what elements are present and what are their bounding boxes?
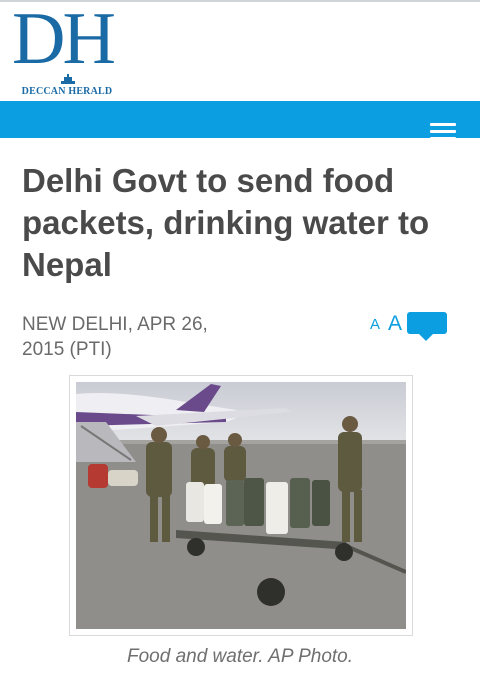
decrease-font-button[interactable]: A [370, 316, 380, 333]
article-headline: Delhi Govt to send food packets, drinkin… [22, 162, 430, 283]
site-logo[interactable]: DH DECCAN HERALD [12, 2, 122, 97]
logo-emblem-icon [61, 74, 75, 84]
nav-bar [0, 101, 480, 138]
article-photo [76, 382, 406, 629]
photo-caption: Food and water. AP Photo. [126, 646, 354, 667]
logo-tagline: DECCAN HERALD [21, 86, 113, 97]
article-dateline: NEW DELHI, APR 26, 2015 (PTI) [22, 314, 208, 360]
increase-font-button[interactable]: A [388, 312, 402, 336]
article-photo-frame [69, 375, 413, 636]
hamburger-menu-icon[interactable] [430, 123, 456, 141]
logo-monogram: DH [12, 0, 116, 80]
comment-bubble-icon[interactable] [407, 312, 447, 342]
